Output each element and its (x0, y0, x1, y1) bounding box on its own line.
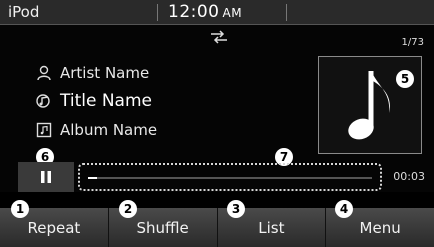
progress-fill (88, 177, 97, 179)
callout-3-badge: 3 (227, 200, 245, 218)
clock-time: 12:00 (168, 2, 220, 22)
callout-4-badge: 4 (335, 200, 353, 218)
title-icon (36, 94, 50, 108)
callout-5-badge: 5 (396, 70, 414, 88)
pause-icon (41, 171, 51, 183)
progress-bar[interactable] (78, 163, 382, 191)
play-pause-button[interactable] (18, 162, 74, 192)
softkey-bar: Repeat Shuffle List Menu (0, 208, 434, 247)
title-row: Title Name (36, 90, 152, 112)
callout-1-badge: 1 (11, 200, 29, 218)
artist-row: Artist Name (36, 62, 149, 84)
repeat-button-label: Repeat (27, 218, 81, 237)
artist-icon (37, 65, 51, 81)
album-name: Album Name (60, 121, 158, 139)
title-name: Title Name (60, 91, 152, 111)
clock: 12:00 AM (168, 2, 242, 22)
elapsed-time: 00:03 (393, 170, 425, 183)
album-row: Album Name (36, 119, 157, 141)
list-button-label: List (258, 218, 285, 237)
shuffle-button-label: Shuffle (136, 218, 189, 237)
album-icon (36, 122, 52, 138)
source-label: iPod (8, 3, 40, 21)
clock-ampm: AM (222, 6, 243, 20)
artist-name: Artist Name (60, 64, 150, 82)
menu-button-label: Menu (359, 218, 401, 237)
repeat-indicator-icon (211, 30, 227, 44)
status-bar: iPod 12:00 AM (0, 0, 434, 25)
status-divider (286, 4, 287, 21)
track-counter: 1/73 (401, 37, 424, 48)
status-divider (157, 4, 158, 21)
callout-2-badge: 2 (119, 200, 137, 218)
progress-track (88, 177, 372, 179)
